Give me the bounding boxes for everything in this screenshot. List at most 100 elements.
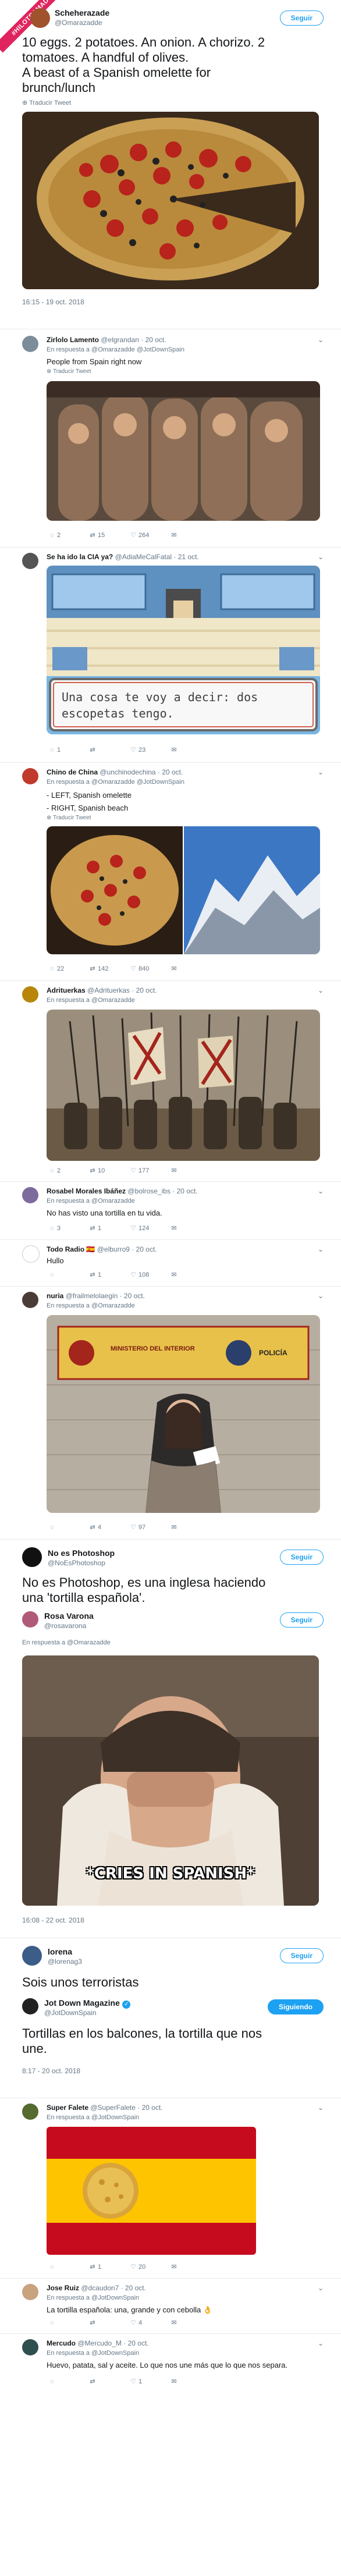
author-name[interactable]: Adrituerkas [47, 986, 86, 994]
chevron-down-icon[interactable]: ⌄ [318, 768, 324, 776]
message-button[interactable]: ✉ [169, 746, 209, 754]
translate-link[interactable]: ⊕ Traducir Tweet [47, 368, 91, 375]
in-reply-to[interactable]: En respuesta a @Omarazadde [22, 1639, 111, 1646]
tweet-timestamp[interactable]: 16:08 - 22 oct. 2018 [22, 1916, 84, 1924]
omelette-photo[interactable] [22, 112, 319, 289]
message-button[interactable]: ✉ [169, 2378, 209, 2385]
avatar[interactable] [22, 2104, 38, 2120]
translate-link[interactable]: ⊕ Traducir Tweet [22, 99, 71, 106]
author-name[interactable]: lorena [48, 1947, 72, 1956]
following-button[interactable]: Siguiendo [268, 1999, 324, 2014]
inner-author-handle[interactable]: @JotDownSpain [44, 2009, 97, 2017]
like-button[interactable]: ♡ 4 [128, 2319, 169, 2327]
in-reply-to[interactable]: En respuesta a @Omarazadde [47, 1302, 135, 1309]
avatar[interactable] [22, 1611, 38, 1628]
avatar[interactable] [30, 8, 50, 28]
chevron-down-icon[interactable]: ⌄ [318, 2339, 324, 2347]
author-name[interactable]: No es Photoshop [48, 1548, 115, 1558]
retweet-button[interactable]: ⇄ [87, 2378, 128, 2385]
reply-button[interactable]: ◌ [47, 1271, 87, 1278]
in-reply-to[interactable]: En respuesta a @Omarazadde [47, 1198, 135, 1204]
police-office-photo[interactable]: MINISTERIO DEL INTERIOR POLICÍA [47, 1315, 320, 1513]
chevron-down-icon[interactable]: ⌄ [318, 986, 324, 994]
retweet-button[interactable]: ⇄ [87, 746, 128, 754]
crying-chef-photo[interactable]: *CRIES IN SPANISH* [22, 1655, 319, 1906]
message-button[interactable]: ✉ [169, 1167, 209, 1174]
author-handle[interactable]: @Omarazadde [55, 19, 102, 27]
message-button[interactable]: ✉ [169, 1224, 209, 1232]
inner-author-name[interactable]: Rosa Varona [44, 1611, 94, 1621]
chevron-down-icon[interactable]: ⌄ [318, 1292, 324, 1300]
retweet-button[interactable]: ⇄ 142 [87, 965, 128, 973]
author-handle[interactable]: @lorenag3 [48, 1957, 82, 1966]
author-name[interactable]: Rosabel Morales Ibáñez [47, 1187, 126, 1195]
author-handle[interactable]: @Adrituerkas · 20 oct. [87, 986, 157, 994]
tweet-timestamp[interactable]: 16:15 - 19 oct. 2018 [22, 298, 84, 306]
message-button[interactable]: ✉ [169, 1523, 209, 1531]
reply-button[interactable]: ◌ 2 [47, 531, 87, 539]
avatar[interactable] [22, 1187, 38, 1203]
author-handle[interactable]: @elgrandan · 20 oct. [101, 336, 166, 344]
reply-button[interactable]: ◌ 3 [47, 1224, 87, 1232]
author-name[interactable]: Jose Ruiz [47, 2284, 79, 2292]
inner-author-handle[interactable]: @rosavarona [44, 1622, 86, 1630]
like-button[interactable]: ♡ 1 [128, 2378, 169, 2386]
in-reply-to[interactable]: En respuesta a @Omarazadde @JotDownSpain [47, 779, 184, 786]
in-reply-to[interactable]: En respuesta a @JotDownSpain [47, 2294, 139, 2301]
avatar[interactable] [22, 2284, 38, 2300]
author-handle[interactable]: @AdiaMeCalFatal · 21 oct. [115, 553, 199, 561]
chevron-down-icon[interactable]: ⌄ [318, 1245, 324, 1253]
like-button[interactable]: ♡ 840 [128, 965, 169, 973]
avatar[interactable] [22, 1292, 38, 1308]
like-button[interactable]: ♡ 20 [128, 2263, 169, 2271]
retweet-button[interactable]: ⇄ 1 [87, 2263, 128, 2271]
army-photo[interactable] [47, 1010, 320, 1161]
like-button[interactable]: ♡ 23 [128, 746, 169, 754]
reply-button[interactable]: ◌ [47, 2263, 87, 2271]
message-button[interactable]: ✉ [169, 965, 209, 972]
in-reply-to[interactable]: En respuesta a @Omarazadde [47, 997, 135, 1004]
message-button[interactable]: ✉ [169, 531, 209, 539]
chevron-down-icon[interactable]: ⌄ [318, 1187, 324, 1195]
author-name[interactable]: nuria [47, 1292, 63, 1300]
follow-button[interactable]: Seguir [279, 1612, 324, 1628]
retweet-button[interactable]: ⇄ 1 [87, 1224, 128, 1232]
author-name[interactable]: Super Falete [47, 2104, 88, 2112]
author-name[interactable]: Scheherazade [55, 8, 109, 17]
translate-link[interactable]: ⊕ Traducir Tweet [47, 815, 91, 821]
pokemon-screenshot[interactable]: Una cosa te voy a decir: dos escopetas t… [47, 566, 320, 734]
tweet-timestamp[interactable]: 8:17 - 20 oct. 2018 [22, 2067, 80, 2075]
avatar[interactable] [22, 768, 38, 784]
avatar[interactable] [22, 1245, 40, 1263]
author-name[interactable]: Todo Radio 🇪🇸 [47, 1245, 95, 1253]
in-reply-to[interactable]: En respuesta a @JotDownSpain [47, 2350, 139, 2357]
crowd-photo[interactable] [47, 381, 320, 521]
author-name[interactable]: Chino de China [47, 768, 98, 776]
in-reply-to[interactable]: En respuesta a @JotDownSpain [47, 2114, 139, 2121]
reply-button[interactable]: ◌ [47, 1523, 87, 1531]
chevron-down-icon[interactable]: ⌄ [318, 2284, 324, 2292]
message-button[interactable]: ✉ [169, 2319, 209, 2326]
like-button[interactable]: ♡ 177 [128, 1167, 169, 1175]
author-name[interactable]: Zirlolo Lamento [47, 336, 99, 344]
author-handle[interactable]: @unchinodechina · 20 oct. [100, 768, 183, 776]
author-handle[interactable]: @dcaudon7 · 20 oct. [81, 2284, 146, 2292]
avatar[interactable] [22, 2339, 38, 2355]
tortilla-flag-image[interactable] [47, 2127, 256, 2255]
message-button[interactable]: ✉ [169, 1271, 209, 1278]
inner-author-name[interactable]: Jot Down Magazine [44, 1998, 120, 2007]
chevron-down-icon[interactable]: ⌄ [318, 553, 324, 561]
retweet-button[interactable]: ⇄ 10 [87, 1167, 128, 1175]
follow-button[interactable]: Seguir [279, 1550, 324, 1565]
avatar[interactable] [22, 553, 38, 569]
avatar[interactable] [22, 336, 38, 352]
in-reply-to[interactable]: En respuesta a @Omarazadde @JotDownSpain [47, 346, 184, 353]
retweet-button[interactable]: ⇄ 4 [87, 1523, 128, 1532]
retweet-button[interactable]: ⇄ 1 [87, 1271, 128, 1279]
retweet-button[interactable]: ⇄ [87, 2319, 128, 2326]
author-handle[interactable]: @bolrose_ibs · 20 oct. [127, 1187, 197, 1195]
avatar[interactable] [22, 1998, 38, 2014]
like-button[interactable]: ♡ 264 [128, 531, 169, 539]
avatar[interactable] [22, 1547, 42, 1567]
avatar[interactable] [22, 986, 38, 1003]
